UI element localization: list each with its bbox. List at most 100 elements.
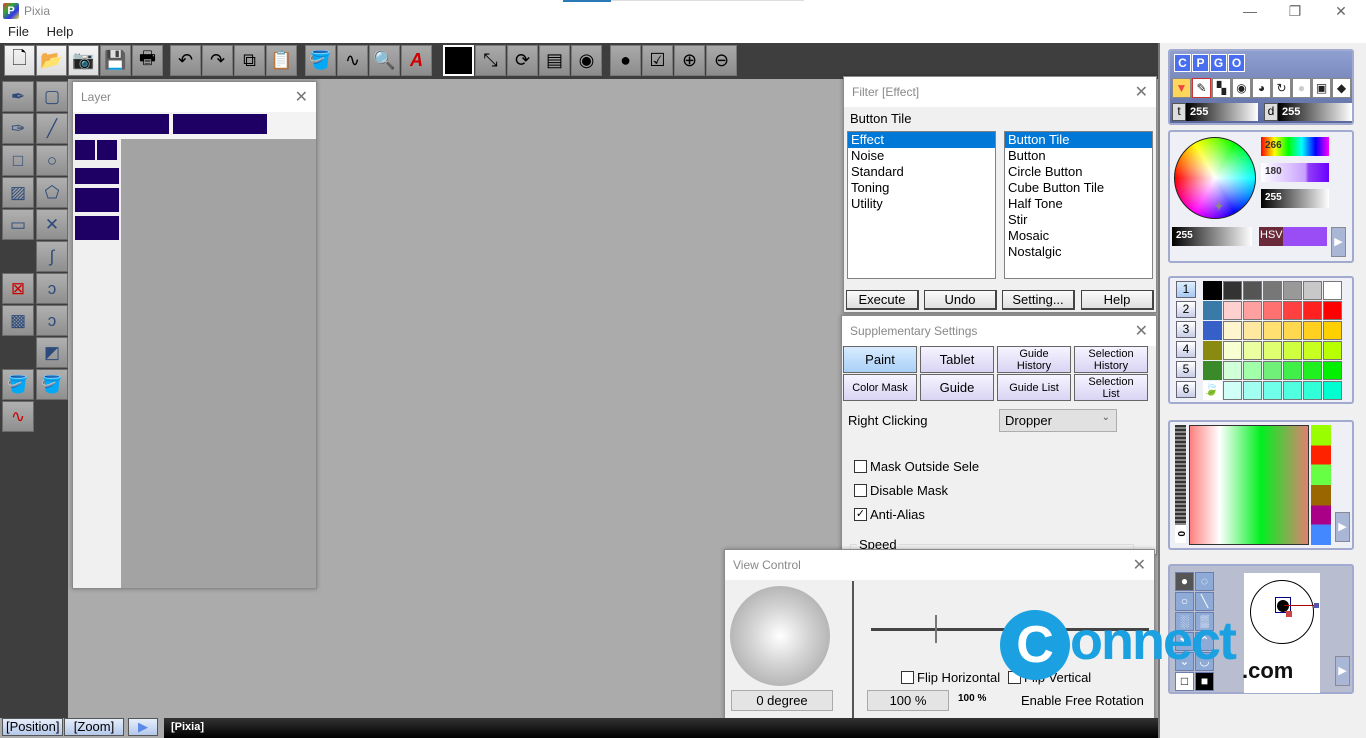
palette-swatch[interactable] [1243, 321, 1262, 340]
alpha-slider[interactable]: 255 [1172, 227, 1252, 246]
palette-swatch[interactable] [1263, 301, 1282, 320]
palette-swatch[interactable] [1243, 281, 1262, 300]
color-wheel[interactable]: ✦ [1174, 137, 1256, 219]
filter-item[interactable]: Half Tone [1005, 196, 1152, 212]
gradient-preview[interactable] [1189, 425, 1309, 545]
position-button[interactable]: [Position] [2, 718, 64, 736]
layer-button[interactable] [173, 114, 267, 134]
soft-brush-icon[interactable]: ○ [1175, 592, 1194, 611]
palette-tab-2[interactable]: 2 [1176, 301, 1196, 318]
palette-swatch[interactable] [1283, 361, 1302, 380]
menu-help[interactable]: Help [41, 22, 80, 41]
dense-halftone-icon[interactable]: ▒ [1195, 612, 1214, 631]
anti-alias-checkbox[interactable]: ✓ Anti-Alias [854, 507, 925, 522]
zoom-button[interactable]: [Zoom] [64, 718, 124, 736]
saturation-slider[interactable]: 180 [1261, 163, 1329, 182]
category-item[interactable]: Utility [848, 196, 995, 212]
layer-option-icon[interactable]: ◉ [571, 45, 602, 76]
pen-tool-icon[interactable]: ✒ [2, 81, 34, 112]
zoom-slider-thumb[interactable] [934, 615, 937, 643]
line-tool-icon[interactable]: ╱ [36, 113, 68, 144]
filter-item[interactable]: Mosaic [1005, 228, 1152, 244]
restore-button[interactable]: ❐ [1280, 2, 1310, 20]
disable-mask-checkbox[interactable]: Disable Mask [854, 483, 948, 498]
color-swatch-icon[interactable] [443, 45, 474, 76]
polygon-fill-icon[interactable]: ◩ [36, 337, 68, 368]
palette-tab-5[interactable]: 5 [1176, 361, 1196, 378]
magnifier-icon[interactable]: 🔍 [369, 45, 400, 76]
delete-selection-icon[interactable]: ⊠ [2, 273, 34, 304]
polygon-tool-icon[interactable]: ⬠ [36, 177, 68, 208]
gradient-tool-icon[interactable]: ▨ [2, 177, 34, 208]
slash-brush-icon[interactable]: ╲ [1195, 592, 1214, 611]
palette-swatch[interactable] [1263, 281, 1282, 300]
close-icon[interactable]: ✕ [1133, 555, 1146, 575]
dotted-brush-icon[interactable]: ◌ [1195, 572, 1214, 591]
layer-button[interactable] [75, 140, 95, 160]
paste-icon[interactable]: 📋 [266, 45, 297, 76]
layer-merge-icon[interactable]: ▤ [539, 45, 570, 76]
category-item[interactable]: Standard [848, 164, 995, 180]
palette-swatch[interactable] [1303, 301, 1322, 320]
expand-arrow-button[interactable]: ▶ [1335, 656, 1350, 686]
lasso-icon[interactable]: ↻ [1272, 78, 1291, 98]
palette-tab-3[interactable]: 3 [1176, 321, 1196, 338]
palette-swatch[interactable] [1223, 281, 1242, 300]
wave-brush-icon[interactable]: ⌄ [1175, 652, 1194, 671]
redo-icon[interactable]: ↷ [202, 45, 233, 76]
checkbox-box[interactable] [901, 671, 914, 684]
tab-tablet[interactable]: Tablet [920, 346, 994, 373]
palette-swatch[interactable] [1283, 281, 1302, 300]
star-brush-icon[interactable]: ✱ [1175, 632, 1194, 651]
cross-line-icon[interactable]: ✕ [36, 209, 68, 240]
transform-icon[interactable]: ⤡ [475, 45, 506, 76]
zoom-slider[interactable] [871, 615, 1149, 643]
palette-swatch[interactable] [1263, 341, 1282, 360]
fill-line-icon[interactable]: ∿ [337, 45, 368, 76]
tab-selection-list[interactable]: Selection List [1074, 374, 1148, 401]
filter-item[interactable]: Button [1005, 148, 1152, 164]
close-icon[interactable]: ✕ [1135, 321, 1148, 341]
palette-swatch[interactable] [1323, 381, 1342, 400]
mask-outside-sele-checkbox[interactable]: Mask Outside Sele [854, 459, 979, 474]
filter-item[interactable]: Nostalgic [1005, 244, 1152, 260]
checkbox-box[interactable] [854, 484, 867, 497]
layer-button[interactable] [75, 168, 119, 184]
zoom-value-field[interactable]: 100 % [867, 690, 949, 711]
filter-list[interactable]: Button Tile Button Circle Button Cube Butto… [1004, 131, 1153, 279]
solid-brush-icon[interactable]: ● [1175, 572, 1194, 591]
palette-swatch[interactable] [1303, 341, 1322, 360]
copy-icon[interactable]: ⧉ [234, 45, 265, 76]
tab-guide-list[interactable]: Guide List [997, 374, 1071, 401]
rotate-layer-icon[interactable]: ⟳ [507, 45, 538, 76]
sphere-icon[interactable]: ● [610, 45, 641, 76]
flip-vertical-checkbox[interactable]: Flip Vertical [1008, 670, 1091, 685]
filter-panel-header[interactable]: Filter [Effect] ✕ [844, 77, 1156, 107]
palette-swatch[interactable] [1263, 321, 1282, 340]
color-mode-label[interactable]: HSV [1259, 227, 1283, 246]
mode-tab-c[interactable]: C [1174, 54, 1191, 72]
camera-icon[interactable]: 📷 [68, 45, 99, 76]
palette-swatch[interactable] [1303, 321, 1322, 340]
mode-tab-p[interactable]: P [1192, 54, 1209, 72]
palette-swatch[interactable] [1323, 301, 1342, 320]
category-item[interactable]: Effect [848, 132, 995, 148]
overlap-icon[interactable]: ▣ [1312, 78, 1331, 98]
layer-button[interactable] [75, 216, 119, 240]
palette-swatch[interactable] [1243, 301, 1262, 320]
undo-icon[interactable]: ↶ [170, 45, 201, 76]
circle-icon[interactable]: ● [1292, 78, 1311, 98]
palette-swatch[interactable] [1303, 361, 1322, 380]
palette-tab-6[interactable]: 6 [1176, 381, 1196, 398]
zoom-in-icon[interactable]: ⊕ [674, 45, 705, 76]
palette-swatch[interactable] [1223, 341, 1242, 360]
rectangle-tool-icon[interactable]: □ [2, 145, 34, 176]
close-button[interactable]: ✕ [1326, 2, 1356, 20]
checkbox-box[interactable] [854, 460, 867, 473]
palette-swatch[interactable] [1303, 381, 1322, 400]
circle-tool-icon[interactable]: ○ [36, 145, 68, 176]
palette-swatch[interactable] [1283, 301, 1302, 320]
texture-thumbnail[interactable] [1203, 281, 1222, 300]
palette-swatch[interactable] [1323, 341, 1342, 360]
airbrush-pen-icon[interactable]: ✑ [2, 113, 34, 144]
